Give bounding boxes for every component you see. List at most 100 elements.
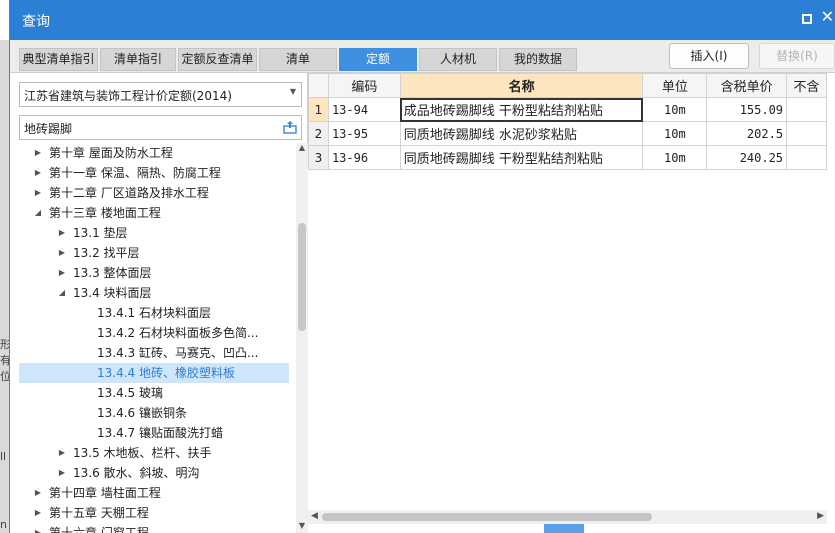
scroll-right-icon[interactable]: ▶: [817, 511, 824, 521]
tree-item-label: 第十六章 门窗工程: [49, 526, 149, 533]
cell-code[interactable]: 13-95: [327, 121, 401, 146]
tree-item[interactable]: 13.4.2 石材块料面板多色简...: [19, 323, 289, 343]
row-index: 3: [308, 145, 329, 170]
tree-item-label: 第十四章 墙柱面工程: [49, 486, 161, 500]
column-header-tax-price[interactable]: 含税单价: [706, 73, 788, 98]
collapsed-arrow-icon[interactable]: ▶: [57, 463, 67, 483]
tree-item-label: 第十五章 天棚工程: [49, 506, 149, 520]
collapsed-arrow-icon[interactable]: ▶: [57, 223, 67, 243]
collapsed-arrow-icon[interactable]: ▶: [33, 163, 43, 183]
scroll-left-icon[interactable]: ◀: [311, 511, 318, 521]
tab-typical-list-guide[interactable]: 典型清单指引: [19, 48, 98, 71]
tree-item[interactable]: ▶ 第十五章 天棚工程: [19, 503, 289, 523]
cell-name[interactable]: 成品地砖踢脚线 干粉型粘结剂粘贴: [399, 97, 644, 122]
insert-button[interactable]: 插入(I): [669, 43, 749, 69]
tree-item[interactable]: ▶ 13.3 整体面层: [19, 263, 289, 283]
tab-labor-materials[interactable]: 人材机: [419, 48, 497, 71]
quota-tree: ▶ 第十章 屋面及防水工程 ▶ 第十一章 保温、隔热、防腐工程 ▶ 第十二章 厂区道路及排…: [19, 143, 289, 533]
column-header-unit[interactable]: 单位: [642, 73, 708, 98]
cell-price[interactable]: 202.5: [706, 121, 788, 146]
collapsed-arrow-icon[interactable]: ▶: [33, 183, 43, 203]
tree-item[interactable]: ▶ 第十章 屋面及防水工程: [19, 143, 289, 163]
table-hscrollbar[interactable]: ◀ ▶: [308, 510, 827, 524]
cell-unit[interactable]: 10m: [642, 145, 708, 170]
scrollbar-thumb[interactable]: [298, 223, 306, 331]
tree-item[interactable]: 13.4.5 玻璃: [19, 383, 289, 403]
tree-item[interactable]: ▶ 13.2 找平层: [19, 243, 289, 263]
title-bar[interactable]: 查询 ✕: [10, 0, 835, 40]
tree-item-label: 13.4 块料面层: [73, 286, 152, 300]
cell-name[interactable]: 同质地砖踢脚线 水泥砂浆粘贴: [399, 121, 644, 146]
collapsed-arrow-icon[interactable]: ▶: [57, 443, 67, 463]
table-row[interactable]: 1 13-94 成品地砖踢脚线 干粉型粘结剂粘贴 10m 155.09: [308, 97, 827, 122]
tree-item-label: 13.4.6 镶嵌铜条: [97, 406, 187, 420]
tree-item[interactable]: 13.4.7 镶贴面酸洗打蜡: [19, 423, 289, 443]
cell-no-tax-price[interactable]: [786, 145, 827, 170]
cell-unit[interactable]: 10m: [642, 121, 708, 146]
tree-item[interactable]: ▶ 第十二章 厂区道路及排水工程: [19, 183, 289, 203]
collapsed-arrow-icon[interactable]: ▶: [33, 143, 43, 163]
tab-quota-reverse-lookup[interactable]: 定额反查清单: [178, 48, 257, 71]
cell-price[interactable]: 155.09: [706, 97, 788, 122]
column-header-no-tax-price[interactable]: 不含: [786, 73, 827, 98]
tab-quota[interactable]: 定额: [339, 48, 417, 71]
tree-item-label: 13.4.4 地砖、橡胶塑料板: [97, 366, 235, 380]
tree-item[interactable]: ▶ 13.6 散水、斜坡、明沟: [19, 463, 289, 483]
tree-item[interactable]: 13.4.6 镶嵌铜条: [19, 403, 289, 423]
tab-bar: 典型清单指引 清单指引 定额反查清单 清单 定额 人材机 我的数据 插入(I) …: [10, 40, 835, 73]
column-header-name[interactable]: 名称: [399, 73, 644, 98]
collapsed-arrow-icon[interactable]: ▶: [33, 503, 43, 523]
tab-list-guide[interactable]: 清单指引: [100, 48, 176, 71]
chevron-down-icon[interactable]: ▼: [290, 87, 296, 96]
splitter-handle[interactable]: [544, 524, 584, 533]
close-icon[interactable]: ✕: [821, 9, 834, 25]
window-title: 查询: [22, 14, 50, 30]
tree-item[interactable]: ▶ 13.5 木地板、栏杆、扶手: [19, 443, 289, 463]
search-input[interactable]: 地砖踢脚: [19, 115, 302, 140]
tree-item[interactable]: 13.4.3 缸砖、马赛克、凹凸...: [19, 343, 289, 363]
cell-no-tax-price[interactable]: [786, 121, 827, 146]
cell-unit[interactable]: 10m: [642, 97, 708, 122]
search-input-value: 地砖踢脚: [24, 122, 73, 136]
table-row[interactable]: 3 13-96 同质地砖踢脚线 干粉型粘结剂粘贴 10m 240.25: [308, 145, 827, 170]
scroll-down-icon[interactable]: ▼: [296, 521, 308, 533]
column-header-code[interactable]: 编码: [327, 73, 401, 98]
bg-fragment: ll: [0, 450, 7, 463]
tree-item-label: 13.4.2 石材块料面板多色简...: [97, 326, 259, 340]
tree-item[interactable]: ▶ 第十六章 门窗工程: [19, 523, 289, 533]
tree-item[interactable]: ▶ 13.1 垫层: [19, 223, 289, 243]
maximize-icon[interactable]: [802, 14, 812, 24]
tree-item[interactable]: 13.4.4 地砖、橡胶塑料板: [19, 363, 289, 383]
expanded-arrow-icon[interactable]: ◢: [33, 203, 43, 223]
tree-item[interactable]: 13.4.1 石材块料面层: [19, 303, 289, 323]
tree-item-label: 第十一章 保温、隔热、防腐工程: [49, 166, 221, 180]
cell-code[interactable]: 13-96: [327, 145, 401, 170]
tree-item-label: 13.4.3 缸砖、马赛克、凹凸...: [97, 346, 259, 360]
tree-item-label: 13.6 散水、斜坡、明沟: [73, 466, 200, 480]
collapsed-arrow-icon[interactable]: ▶: [57, 263, 67, 283]
expanded-arrow-icon[interactable]: ◢: [57, 283, 67, 303]
tree-item[interactable]: ▶ 第十一章 保温、隔热、防腐工程: [19, 163, 289, 183]
cell-price[interactable]: 240.25: [706, 145, 788, 170]
collapsed-arrow-icon[interactable]: ▶: [33, 523, 43, 533]
tree-scrollbar[interactable]: ▲ ▼: [296, 143, 308, 533]
tree-item[interactable]: ◢ 13.4 块料面层: [19, 283, 289, 303]
background-window-strip: 形 有 位 ll n: [0, 40, 11, 533]
collapsed-arrow-icon[interactable]: ▶: [33, 483, 43, 503]
scrollbar-thumb[interactable]: [322, 513, 652, 521]
table-row[interactable]: 2 13-95 同质地砖踢脚线 水泥砂浆粘贴 10m 202.5: [308, 121, 827, 146]
collapsed-arrow-icon[interactable]: ▶: [57, 243, 67, 263]
tree-item[interactable]: ▶ 第十四章 墙柱面工程: [19, 483, 289, 503]
tab-my-data[interactable]: 我的数据: [499, 48, 577, 71]
norm-select[interactable]: 江苏省建筑与装饰工程计价定额(2014) ▼: [19, 82, 302, 107]
replace-button[interactable]: 替换(R): [759, 43, 835, 69]
tree-item[interactable]: ◢ 第十三章 楼地面工程: [19, 203, 289, 223]
scroll-up-icon[interactable]: ▲: [296, 143, 308, 155]
row-index: 1: [308, 97, 329, 122]
cell-no-tax-price[interactable]: [786, 97, 827, 122]
cell-name[interactable]: 同质地砖踢脚线 干粉型粘结剂粘贴: [399, 145, 644, 170]
search-filter-icon[interactable]: [283, 120, 297, 134]
tree-item-label: 第十二章 厂区道路及排水工程: [49, 186, 209, 200]
tab-list[interactable]: 清单: [259, 48, 337, 71]
cell-code[interactable]: 13-94: [327, 97, 401, 122]
